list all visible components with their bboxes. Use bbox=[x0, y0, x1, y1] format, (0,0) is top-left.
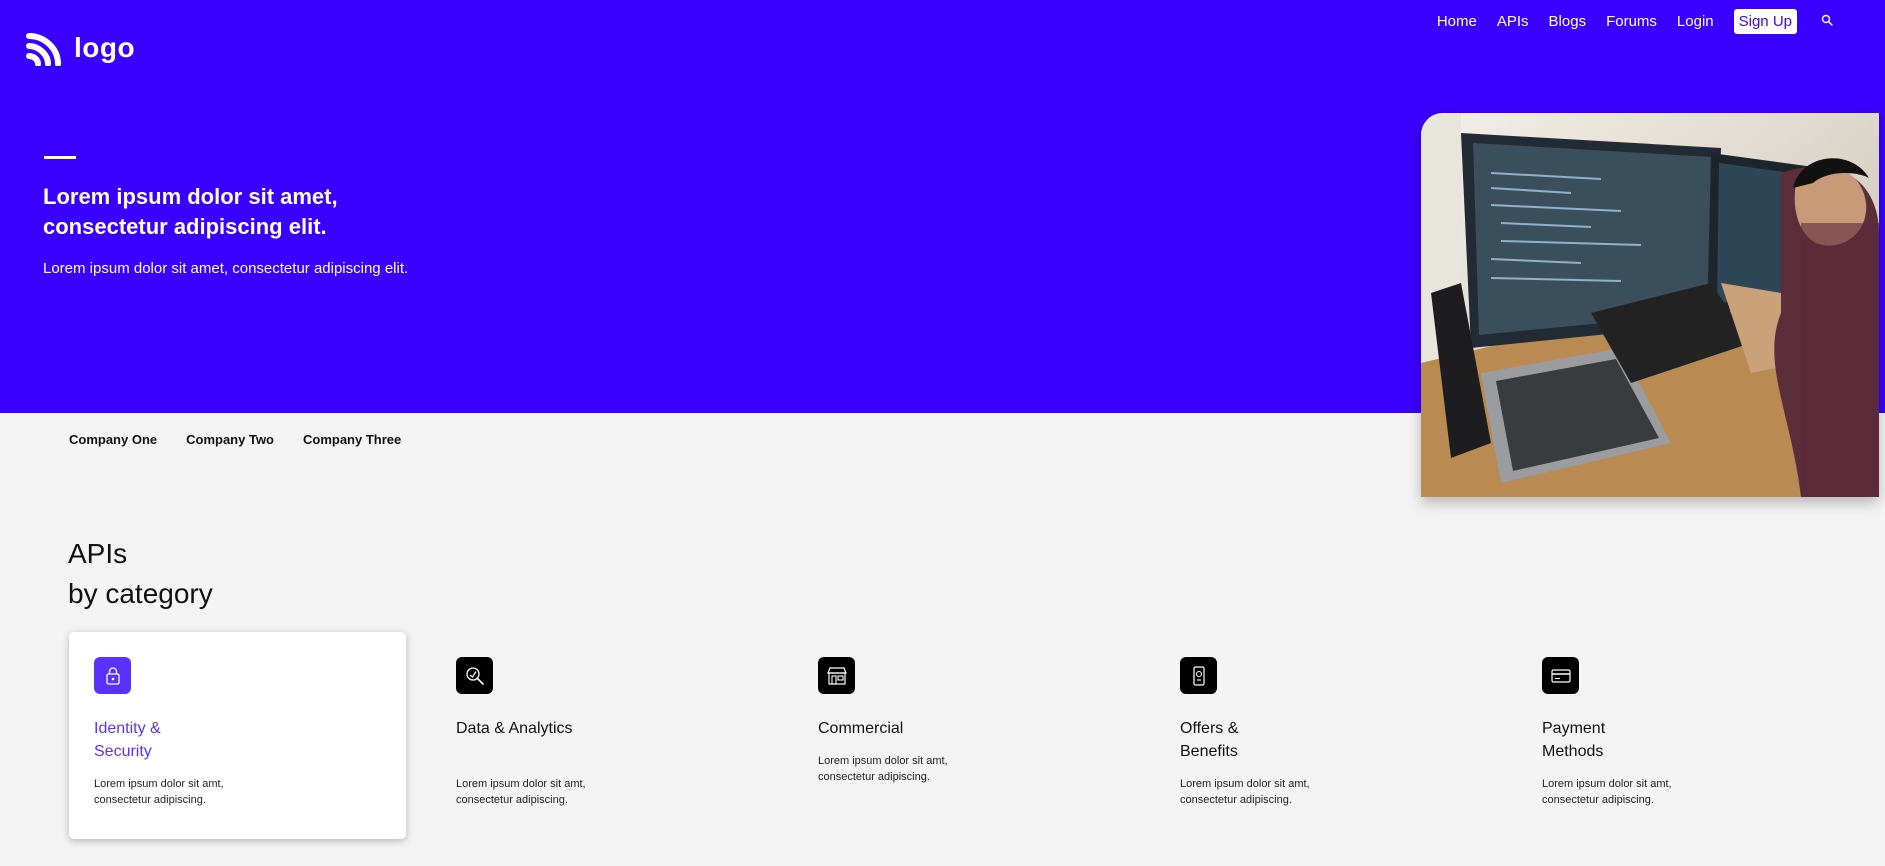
storefront-icon bbox=[818, 657, 855, 694]
category-card-identity-security[interactable]: Identity & Security Lorem ipsum dolor si… bbox=[69, 632, 406, 839]
hero-accent-line bbox=[44, 156, 76, 159]
partner-company-one: Company One bbox=[69, 432, 158, 447]
category-title: Commercial bbox=[818, 720, 904, 737]
logo-text: logo bbox=[74, 32, 136, 63]
lock-icon bbox=[94, 657, 131, 694]
category-card-commercial[interactable]: Commercial Lorem ipsum dolor sit amt, co… bbox=[793, 632, 1130, 839]
nav-login[interactable]: Login bbox=[1677, 13, 1714, 30]
category-title: Offers & Benefits bbox=[1180, 720, 1239, 760]
category-desc: Lorem ipsum dolor sit amt, consectetur a… bbox=[1542, 778, 1672, 806]
category-title: Payment Methods bbox=[1542, 720, 1606, 760]
category-card-offers-benefits[interactable]: Offers & Benefits Lorem ipsum dolor sit … bbox=[1155, 632, 1492, 839]
magnifier-chart-icon bbox=[456, 657, 493, 694]
category-card-data-analytics[interactable]: Data & Analytics Lorem ipsum dolor sit a… bbox=[431, 632, 768, 839]
apis-title-line2: by category bbox=[68, 578, 213, 609]
apis-section-title: APIs by category bbox=[68, 534, 213, 614]
category-title: Identity & Security bbox=[94, 720, 161, 760]
search-icon[interactable] bbox=[1821, 13, 1833, 31]
hero-subtitle: Lorem ipsum dolor sit amet, consectetur … bbox=[43, 260, 409, 277]
hero-image bbox=[1421, 113, 1879, 497]
category-desc: Lorem ipsum dolor sit amt, consectetur a… bbox=[456, 778, 586, 806]
category-card-payment-methods[interactable]: Payment Methods Lorem ipsum dolor sit am… bbox=[1517, 632, 1854, 839]
category-desc: Lorem ipsum dolor sit amt, consectetur a… bbox=[1180, 778, 1310, 806]
category-desc: Lorem ipsum dolor sit amt, consectetur a… bbox=[818, 755, 948, 783]
credit-card-icon bbox=[1542, 657, 1579, 694]
partner-company-three: Company Three bbox=[303, 432, 402, 447]
category-desc: Lorem ipsum dolor sit amt, consectetur a… bbox=[94, 778, 224, 806]
partner-list: Company One Company Two Company Three bbox=[69, 432, 430, 447]
partner-company-two: Company Two bbox=[186, 432, 274, 447]
mobile-offer-icon bbox=[1180, 657, 1217, 694]
category-title: Data & Analytics bbox=[456, 720, 573, 737]
nav-blogs[interactable]: Blogs bbox=[1549, 13, 1587, 30]
nav-home[interactable]: Home bbox=[1437, 13, 1477, 30]
signup-button[interactable]: Sign Up bbox=[1733, 9, 1797, 34]
nav-apis[interactable]: APIs bbox=[1497, 13, 1529, 30]
nav-forums[interactable]: Forums bbox=[1606, 13, 1657, 30]
logo-icon bbox=[26, 33, 61, 66]
apis-title-line1: APIs bbox=[68, 538, 128, 569]
logo[interactable]: logo bbox=[26, 30, 135, 66]
hero-title: Lorem ipsum dolor sit amet, consectetur … bbox=[43, 184, 338, 239]
main-nav: Home APIs Blogs Forums Login Sign Up bbox=[1417, 9, 1833, 34]
